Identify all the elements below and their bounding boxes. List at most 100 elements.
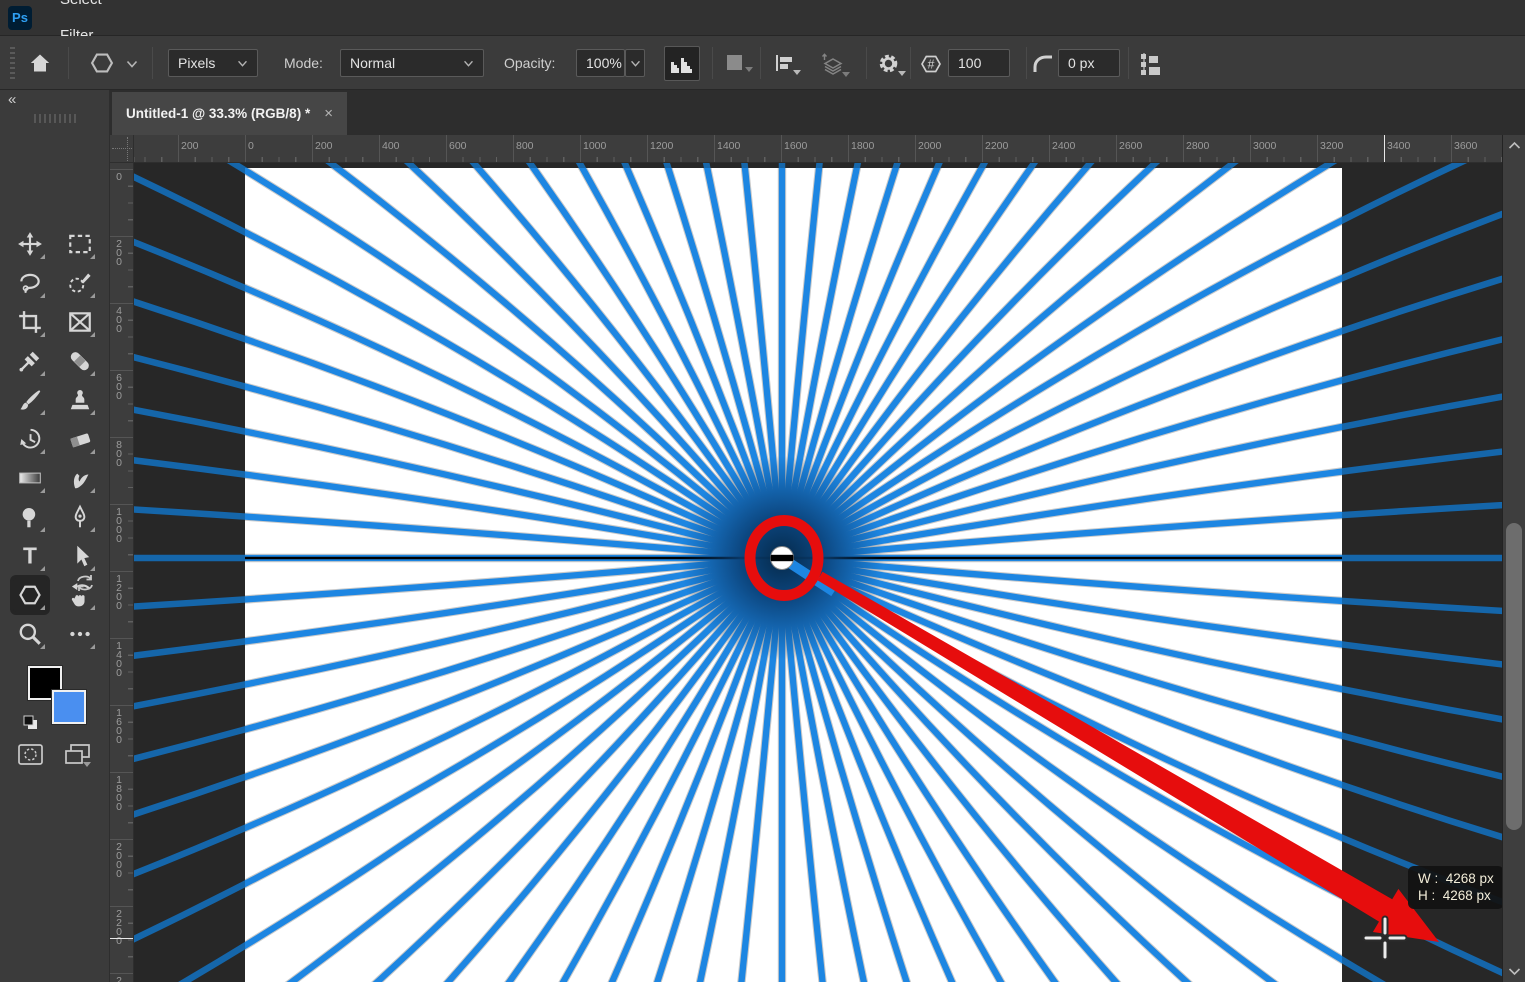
ruler-tick [110, 236, 134, 237]
ruler-tick [110, 370, 134, 371]
tool-crop[interactable] [13, 305, 47, 339]
fill-mode-dropdown[interactable]: Pixels [168, 49, 258, 77]
scrollbar-thumb[interactable] [1506, 523, 1522, 830]
tool-gradient[interactable] [13, 461, 47, 495]
polygon-sides-icon-wrap: # [918, 51, 944, 77]
path-arrangement-button[interactable] [820, 51, 846, 77]
tools-panel-grip[interactable] [34, 114, 78, 123]
ruler-label: 2400 [1052, 140, 1075, 152]
tool-flyout-indicator [40, 605, 45, 610]
document-canvas[interactable] [134, 163, 1502, 982]
ruler-tick [848, 135, 849, 163]
polygon-preset-icon [88, 49, 116, 77]
home-icon [28, 51, 52, 75]
quick-mask-button[interactable] [17, 741, 44, 768]
chevron-down-icon [630, 60, 641, 67]
ruler-tick [312, 135, 313, 163]
tool-brush[interactable] [13, 383, 47, 417]
tool-history-brush[interactable] [13, 422, 47, 456]
home-button[interactable] [28, 51, 52, 75]
cursor-position-marker [110, 938, 134, 939]
collapse-panel-icon[interactable]: « [8, 91, 17, 108]
tool-lasso[interactable] [13, 266, 47, 300]
ruler-tick [1317, 135, 1318, 163]
tools-panel: « T [0, 90, 110, 982]
tool-flyout-indicator [40, 371, 45, 376]
ruler-label: 1400 [115, 642, 123, 678]
tool-preset-button[interactable] [88, 49, 116, 77]
separator [712, 47, 713, 79]
ruler-tick [110, 772, 134, 773]
opacity-dropdown-button[interactable] [625, 49, 645, 77]
canvas-viewport[interactable]: W : 4268 pxH : 4268 px [134, 163, 1502, 982]
separator [68, 47, 69, 79]
default-colors-icon[interactable] [22, 714, 40, 732]
ruler-label: 2200 [115, 910, 123, 946]
polygon-sides-value: 100 [958, 55, 981, 71]
screen-mode-button[interactable] [63, 741, 93, 769]
corner-radius-input[interactable]: 0 px [1058, 49, 1120, 77]
tool-flyout-indicator [90, 488, 95, 493]
ruler-horizontal[interactable]: 2000200400600800100012001400160018002000… [134, 135, 1502, 163]
tool-path-selection[interactable] [63, 539, 97, 573]
tool-flyout-indicator [90, 566, 95, 571]
tool-dodge[interactable] [13, 500, 47, 534]
tool-type[interactable]: T [13, 539, 47, 573]
constraints-icon [1138, 50, 1164, 78]
shape-settings-button[interactable] [876, 51, 901, 76]
ruler-tick [580, 135, 581, 163]
tool-eyedropper[interactable] [13, 344, 47, 378]
tool-flyout-indicator [40, 410, 45, 415]
tool-move[interactable] [13, 227, 47, 261]
scroll-up-icon[interactable] [1508, 141, 1521, 150]
document-tab[interactable]: Untitled-1 @ 33.3% (RGB/8) * × [112, 92, 347, 135]
ruler-label: 1800 [115, 776, 123, 812]
options-bar-grip[interactable] [10, 47, 15, 79]
tool-flyout-indicator [40, 644, 45, 649]
tool-flyout-indicator [90, 332, 95, 337]
tool-pen[interactable] [63, 500, 97, 534]
background-color-swatch[interactable] [52, 690, 86, 724]
tool-object-selection[interactable] [63, 266, 97, 300]
menu-item-select[interactable]: Select [46, 0, 127, 18]
path-alignment-button[interactable] [772, 51, 796, 75]
tool-healing-brush[interactable] [63, 344, 97, 378]
ruler-tick [110, 906, 134, 907]
tool-eraser[interactable] [63, 422, 97, 456]
corner-radius-icon-wrap [1032, 54, 1054, 74]
tool-more-tools[interactable] [63, 617, 97, 651]
square-swatch-icon [724, 52, 746, 74]
ruler-tick [379, 135, 380, 163]
vertical-scrollbar[interactable] [1502, 135, 1525, 982]
additional-settings-button[interactable] [1138, 50, 1164, 78]
tool-polygon-shape[interactable] [13, 578, 47, 612]
quick-mask-icon [17, 741, 44, 768]
ruler-tick [110, 437, 134, 438]
tool-clone-stamp[interactable] [63, 383, 97, 417]
ruler-vertical[interactable]: 0200400600800100012001400160018002000220… [110, 163, 134, 982]
menu-bar: Ps FileEditImageLayerTypeSelectFilter3DV… [0, 0, 1525, 36]
opacity-input[interactable]: 100% [576, 49, 625, 77]
tool-marquee[interactable] [63, 227, 97, 261]
ruler-label: 200 [115, 240, 123, 267]
tool-frame[interactable] [63, 305, 97, 339]
shape-swatch-button[interactable] [724, 52, 746, 74]
tool-smudge[interactable] [63, 461, 97, 495]
tooltip-height: H : 4268 px [1418, 888, 1491, 903]
ruler-tick [1451, 135, 1452, 163]
tool-flyout-indicator [90, 293, 95, 298]
chevron-down-icon[interactable] [126, 60, 138, 68]
ruler-label: 400 [382, 140, 400, 152]
close-tab-icon[interactable]: × [324, 105, 333, 122]
tool-zoom[interactable] [13, 617, 47, 651]
swap-colors-icon[interactable] [74, 572, 96, 594]
scroll-down-icon[interactable] [1508, 967, 1521, 976]
blend-mode-value: Normal [350, 55, 395, 71]
ruler-tick [714, 135, 715, 163]
blend-mode-dropdown[interactable]: Normal [340, 49, 484, 77]
ruler-origin-box[interactable] [110, 135, 134, 163]
ruler-label: 1000 [583, 140, 606, 152]
polygon-sides-input[interactable]: 100 [948, 49, 1010, 77]
tool-flyout-indicator [90, 254, 95, 259]
aliased-pixels-toggle[interactable] [664, 46, 700, 81]
